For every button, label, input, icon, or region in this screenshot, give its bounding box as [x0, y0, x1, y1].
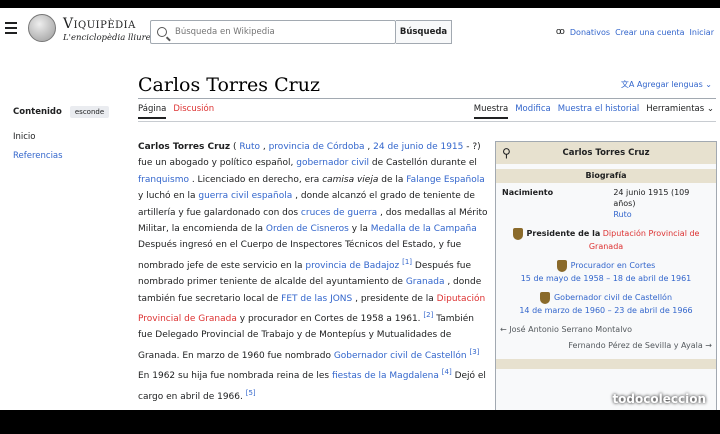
tab-tools[interactable]: Herramientas ⌄	[646, 104, 714, 119]
search-input[interactable]	[175, 27, 375, 37]
wiki-page: Viquipèdia L'enciclopèdia lliure Búsqued…	[0, 8, 720, 410]
position-diputacion-link[interactable]: Diputación Provincial de Granada	[589, 229, 700, 251]
menu-icon[interactable]	[5, 22, 17, 34]
ref-1[interactable]: [1]	[402, 258, 412, 266]
translate-icon: 文A	[620, 80, 637, 89]
toc-title: Contenido	[13, 107, 62, 117]
search-icon	[157, 27, 167, 37]
namespace-tabs: Página Discusión	[138, 104, 214, 119]
wikipedia-globe-logo[interactable]	[28, 14, 56, 42]
text: En 1962 su hija fue nombrada reina de le…	[138, 371, 332, 382]
tab-discussion[interactable]: Discusión	[173, 104, 214, 119]
position-procurador-link[interactable]: Procurador en Cortes	[571, 261, 656, 270]
search-button[interactable]: Búsqueda	[396, 20, 452, 44]
ref-3[interactable]: [3]	[470, 348, 480, 356]
brand-subtitle: L'enciclopèdia lliure	[63, 33, 151, 43]
text: . Licenciado en derecho, era	[188, 174, 323, 185]
predecessor-link[interactable]: ← José Antonio Serrano Montalvo	[500, 325, 632, 334]
text: ,	[364, 142, 374, 152]
link-fet-jons[interactable]: FET de las JONS	[281, 294, 352, 304]
text: y la	[348, 224, 371, 235]
chevron-down-icon: ⌄	[705, 80, 712, 89]
emblem-icon	[556, 259, 567, 272]
donate-link[interactable]: Donativos	[570, 28, 610, 37]
successor-link[interactable]: Fernando Pérez de Sevilla y Ayala →	[568, 341, 712, 350]
link-gobernador-castellon[interactable]: Gobernador civil de Castellón	[334, 351, 467, 361]
position-diputacion: Presidente de la Diputación Provincial d…	[496, 224, 716, 256]
view-tabs: Muestra Modifica Muestra el historial He…	[473, 104, 714, 119]
birth-date: 24 junio 1915 (109 años)	[613, 188, 690, 208]
link-cisneros[interactable]: Orden de Cisneros	[266, 224, 349, 234]
tab-tools-label: Herramientas	[646, 104, 705, 114]
tab-edit[interactable]: Modifica	[515, 104, 551, 119]
text: de la	[378, 174, 407, 185]
link-cordoba[interactable]: provincia de Córdoba	[269, 142, 365, 152]
toc-item-inicio[interactable]: Inicio	[13, 132, 36, 142]
link-granada[interactable]: Granada	[406, 277, 445, 287]
text: y procurador en Cortes de 1958 a 1961.	[236, 314, 421, 325]
person-icon: ⚲	[502, 146, 511, 160]
ref-4[interactable]: [4]	[442, 368, 452, 376]
text: ,	[260, 142, 269, 152]
text: y luchó en la	[138, 191, 199, 202]
birth-value: 24 junio 1915 (109 años) Ruto	[613, 187, 710, 220]
link-gobernador[interactable]: gobernador civil	[296, 158, 369, 168]
link-date[interactable]: 24 de junio de 1915	[373, 142, 463, 152]
infobox-section: Biografía	[496, 169, 716, 183]
page-title: Carlos Torres Cruz	[138, 74, 320, 96]
infobox-next-section	[496, 359, 716, 369]
text: , presidente de la	[352, 293, 437, 304]
link-fiestas[interactable]: fiestas de la Magdalena	[332, 371, 439, 381]
link-medalla[interactable]: Medalla de la Campaña	[371, 224, 477, 234]
tab-page[interactable]: Página	[138, 104, 167, 119]
ref-5[interactable]: [5]	[246, 389, 256, 397]
title-divider	[138, 98, 716, 99]
add-languages-button[interactable]: 文A Agregar lenguas ⌄	[621, 79, 712, 90]
link-guerra-civil[interactable]: guerra civil española	[198, 191, 292, 201]
brand-title: Viquipèdia	[63, 16, 136, 32]
toc-hide-button[interactable]: esconde	[69, 106, 110, 118]
link-falange[interactable]: Falange Española	[406, 175, 485, 185]
watermark: todocoleccion	[612, 392, 706, 406]
article-body: Carlos Torres Cruz ( Ruto , provincia de…	[138, 139, 488, 405]
birth-place-link[interactable]: Ruto	[613, 210, 631, 219]
tabs-divider	[138, 121, 716, 122]
user-tools: oo Donativos Crear una cuenta Iniciar	[556, 27, 714, 37]
toc-item-referencias[interactable]: Referencias	[13, 151, 63, 161]
position-procurador: Procurador en Cortes 15 de mayo de 1958 …	[496, 256, 716, 288]
infobox-title: ⚲ Carlos Torres Cruz	[496, 142, 716, 164]
emblem-icon	[512, 227, 523, 240]
successor: Fernando Pérez de Sevilla y Ayala →	[496, 339, 716, 355]
tab-read[interactable]: Muestra	[473, 104, 509, 119]
brand[interactable]: Viquipèdia L'enciclopèdia lliure	[63, 16, 151, 43]
glasses-icon: oo	[555, 27, 565, 37]
toc-header: Contenido esconde	[13, 106, 110, 118]
position-prefix: Presidente de la	[526, 229, 601, 238]
link-ruto[interactable]: Ruto	[239, 142, 260, 152]
login-link[interactable]: Iniciar	[690, 28, 714, 37]
tab-history[interactable]: Muestra el historial	[558, 104, 640, 119]
predecessor: ← José Antonio Serrano Montalvo	[496, 320, 716, 339]
chevron-down-icon: ⌄	[706, 104, 714, 114]
ref-2[interactable]: [2]	[423, 311, 433, 319]
subject-name: Carlos Torres Cruz	[138, 142, 231, 152]
infobox-birth-row: Nacimiento 24 junio 1915 (109 años) Ruto	[496, 183, 716, 224]
text: de Castellón durante el	[369, 158, 477, 169]
position-gobernador-dates: 14 de marzo de 1960 – 23 de abril de 196…	[519, 306, 693, 315]
emblem-icon	[539, 291, 550, 304]
link-cruces[interactable]: cruces de guerra	[301, 208, 377, 218]
birth-label: Nacimiento	[502, 188, 554, 197]
add-languages-label: Agregar lenguas	[636, 80, 703, 89]
position-gobernador: Gobernador civil de Castellón 14 de marz…	[496, 288, 716, 320]
text-italic: camisa vieja	[322, 174, 379, 185]
create-account-link[interactable]: Crear una cuenta	[615, 28, 684, 37]
position-gobernador-link[interactable]: Gobernador civil de Castellón	[554, 293, 672, 302]
position-procurador-dates: 15 de mayo de 1958 – 18 de abril de 1961	[520, 274, 692, 283]
search-box[interactable]	[150, 20, 396, 44]
link-franquismo[interactable]: franquismo	[138, 175, 189, 185]
infobox: ⚲ Carlos Torres Cruz Biografía Nacimient…	[495, 141, 717, 410]
infobox-title-text: Carlos Torres Cruz	[562, 148, 650, 158]
header: Viquipèdia L'enciclopèdia lliure Búsqued…	[0, 8, 720, 52]
link-badajoz[interactable]: provincia de Badajoz	[305, 261, 399, 271]
